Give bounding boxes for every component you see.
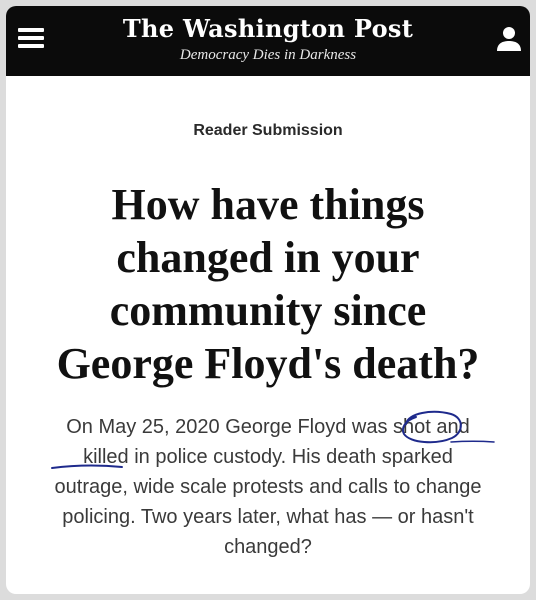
dek-line: policing. Two years later, what has — or… xyxy=(62,506,474,528)
reader-submission-label: Reader Submission xyxy=(193,122,343,139)
article-dek: On May 25, 2020 George Floyd was shot an… xyxy=(28,412,508,562)
article-headline: How have things changed in your communit… xyxy=(26,178,510,390)
dek-line: outrage, wide scale protests and calls t… xyxy=(54,476,482,498)
phone-screenshot-frame: The Washington Post Democracy Dies in Da… xyxy=(6,6,530,594)
site-tagline: Democracy Dies in Darkness xyxy=(179,47,357,63)
dek-line: changed? xyxy=(224,536,312,558)
dek-line: On May 25, 2020 George Floyd was shot an… xyxy=(66,416,470,438)
user-account-icon[interactable] xyxy=(494,24,524,54)
headline-line: changed in your xyxy=(116,233,420,282)
dek-line: killed in police custody. His death spar… xyxy=(83,446,453,468)
site-logo[interactable]: The Washington Post xyxy=(6,14,530,43)
headline-line: How have things xyxy=(111,180,425,229)
masthead: The Washington Post Democracy Dies in Da… xyxy=(6,6,530,76)
headline-line: George Floyd's death? xyxy=(56,339,480,388)
headline-line: community since xyxy=(109,286,427,335)
